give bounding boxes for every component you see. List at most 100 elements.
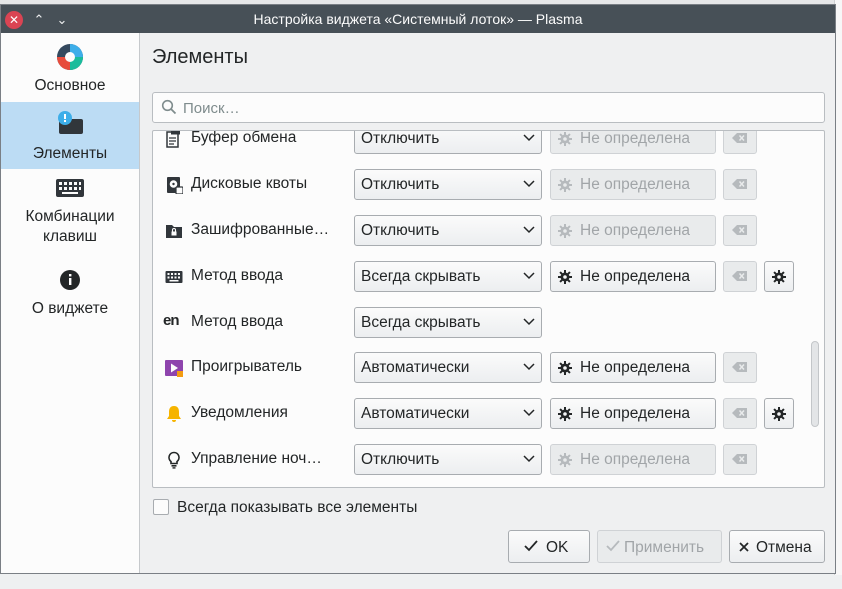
sidebar-label: Основное — [34, 77, 106, 94]
night-color-icon — [168, 451, 180, 469]
gear-icon — [558, 361, 572, 375]
chevron-down-icon — [523, 363, 535, 371]
visibility-select[interactable]: Отключить — [354, 444, 542, 475]
cancel-button[interactable]: Отмена — [729, 530, 825, 563]
visibility-select[interactable]: Отключить — [354, 169, 542, 200]
keyboard-icon — [56, 179, 84, 197]
visibility-select[interactable]: Отключить — [354, 130, 542, 154]
general-icon — [57, 44, 83, 70]
shortcut-button[interactable]: Не определена — [550, 261, 716, 292]
chevron-down-icon — [523, 455, 535, 463]
entry-name: Буфер обмена — [191, 130, 297, 146]
visibility-select[interactable]: Отключить — [354, 215, 542, 246]
sidebar-label: О виджете — [31, 300, 109, 317]
sidebar-label: Элементы — [32, 145, 108, 162]
gear-icon — [558, 224, 572, 238]
entry-name: Метод ввода — [191, 313, 283, 330]
chevron-down-icon — [523, 272, 535, 280]
check-icon — [606, 540, 620, 552]
shortcut-value: Не определена — [580, 451, 691, 468]
list-item: Буфер обмена Отключить Не определена — [153, 130, 813, 162]
list-item: Дисковые квоты Отключить Не определена — [153, 162, 813, 208]
shortcut-button[interactable]: Не определена — [550, 352, 716, 383]
clear-icon — [732, 133, 747, 143]
visibility-value: Отключить — [361, 130, 440, 147]
gear-icon — [558, 453, 572, 467]
clear-shortcut-button[interactable] — [723, 131, 757, 154]
show-all-label: Всегда показывать все элементы — [177, 499, 418, 516]
shortcut-button[interactable]: Не определена — [550, 130, 716, 154]
clear-icon — [732, 408, 747, 418]
entries-icon — [58, 111, 83, 134]
sidebar-item-general[interactable]: Основное — [1, 41, 139, 101]
chevron-down-icon — [523, 134, 535, 142]
shortcut-value: Не определена — [580, 405, 691, 422]
visibility-select[interactable]: Автоматически — [354, 352, 542, 383]
close-icon — [739, 542, 749, 552]
visibility-value: Автоматически — [361, 359, 470, 376]
search-input[interactable] — [181, 96, 815, 120]
visibility-select[interactable]: Автоматически — [354, 398, 542, 429]
cancel-label: Отмена — [756, 539, 812, 556]
chevron-down-icon — [523, 318, 535, 326]
desktop-background-bottom — [0, 575, 842, 589]
visibility-value: Отключить — [361, 451, 440, 468]
keyboard-icon — [165, 271, 183, 283]
sidebar-item-shortcuts[interactable]: Комбинации клавиш — [1, 173, 139, 253]
gear-icon — [558, 178, 572, 192]
visibility-value: Всегда скрывать — [361, 268, 481, 285]
clipboard-icon — [166, 131, 180, 148]
shortcut-button[interactable]: Не определена — [550, 215, 716, 246]
list-item: Зашифрованные… Отключить Не определена — [153, 208, 813, 254]
configure-entry-button[interactable] — [764, 398, 794, 429]
entry-name: Управление ноч… — [191, 450, 322, 467]
clear-icon — [732, 225, 747, 235]
visibility-select[interactable]: Всегда скрывать — [354, 307, 542, 338]
bell-icon — [167, 406, 181, 422]
visibility-value: Автоматически — [361, 405, 470, 422]
configure-entry-button[interactable] — [764, 261, 794, 292]
entry-name: Проигрыватель — [191, 358, 302, 375]
search-field[interactable] — [152, 92, 825, 123]
ok-button[interactable]: OK — [508, 530, 590, 563]
ok-label: OK — [546, 539, 569, 556]
sidebar-label-line1: Комбинации — [25, 208, 115, 225]
clear-shortcut-button[interactable] — [723, 444, 757, 475]
clear-shortcut-button[interactable] — [723, 398, 757, 429]
apply-button[interactable]: Применить — [597, 530, 722, 563]
list-item: Проигрыватель Автоматически Не определен… — [153, 345, 813, 391]
visibility-value: Всегда скрывать — [361, 314, 481, 331]
shortcut-button[interactable]: Не определена — [550, 444, 716, 475]
page-title: Элементы — [152, 46, 248, 68]
shortcut-value: Не определена — [580, 359, 691, 376]
visibility-value: Отключить — [361, 176, 440, 193]
entry-name: Уведомления — [191, 404, 288, 421]
shortcut-button[interactable]: Не определена — [550, 398, 716, 429]
list-scrollbar[interactable] — [811, 341, 819, 427]
sidebar-item-entries[interactable]: Элементы — [1, 102, 139, 169]
disk-quota-icon — [167, 177, 183, 194]
gear-icon — [558, 132, 572, 146]
list-item: Метод ввода Всегда скрывать Не определен… — [153, 254, 813, 300]
gear-icon — [558, 270, 572, 284]
shortcut-value: Не определена — [580, 176, 691, 193]
visibility-select[interactable]: Всегда скрывать — [354, 261, 542, 292]
shortcut-button[interactable]: Не определена — [550, 169, 716, 200]
search-icon — [161, 99, 177, 115]
gear-icon — [772, 407, 786, 421]
shortcut-value: Не определена — [580, 130, 691, 147]
sidebar-item-about[interactable]: О виджете — [1, 267, 139, 323]
shortcut-value: Не определена — [580, 222, 691, 239]
entry-name: Зашифрованные… — [191, 221, 330, 238]
show-all-checkbox[interactable] — [153, 499, 169, 515]
gear-icon — [558, 407, 572, 421]
clear-icon — [732, 271, 747, 281]
clear-shortcut-button[interactable] — [723, 352, 757, 383]
clear-shortcut-button[interactable] — [723, 215, 757, 246]
config-window: ✕ ⌃ ⌄ Настройка виджета «Системный лоток… — [0, 4, 836, 574]
chevron-down-icon — [523, 226, 535, 234]
clear-shortcut-button[interactable] — [723, 169, 757, 200]
title-bar[interactable]: ✕ ⌃ ⌄ Настройка виджета «Системный лоток… — [1, 5, 835, 33]
clear-shortcut-button[interactable] — [723, 261, 757, 292]
list-item: Уведомления Автоматически Не определена — [153, 391, 813, 437]
